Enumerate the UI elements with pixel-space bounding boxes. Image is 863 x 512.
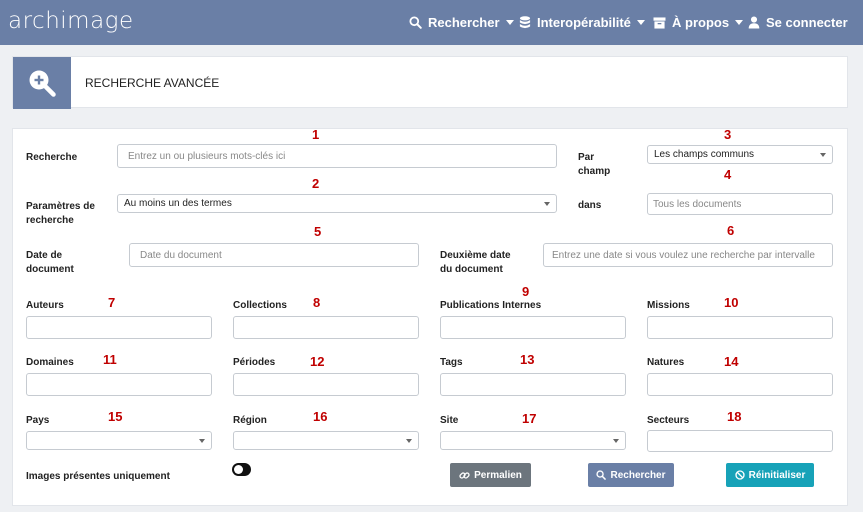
natures-label: Natures [647,357,685,368]
user-icon [748,16,760,29]
auteurs-input[interactable] [26,316,212,339]
annotation-3: 3 [724,127,732,142]
auteurs-label: Auteurs [26,300,64,311]
zoom-in-icon [29,70,56,97]
annotation-8: 8 [313,295,321,310]
images-only-label: Images présentes uniquement [26,471,170,482]
link-icon [459,471,470,479]
chevron-down-icon [406,439,412,443]
permalien-label: Permalien [474,469,522,481]
annotation-6: 6 [727,223,735,238]
annotation-12: 12 [310,354,325,369]
site-select[interactable] [440,431,626,450]
toggle-knob [234,465,243,474]
archive-box-icon [653,16,666,29]
chevron-down-icon [820,153,826,157]
missions-label: Missions [647,300,690,311]
rechercher-label: Rechercher [610,469,666,481]
secteurs-input[interactable] [647,430,833,452]
navbar: archimage Rechercher Interopérabilité À … [0,0,863,45]
par-champ-value: Les champs communs [654,149,755,160]
secteurs-label: Secteurs [647,415,690,426]
images-only-toggle[interactable] [232,463,251,476]
periodes-input[interactable] [233,373,419,396]
collections-input[interactable] [233,316,419,339]
date2-input[interactable]: Entrez une date si vous voulez une reche… [543,243,833,267]
par-champ-label-line1: Par [578,152,595,163]
parametres-select[interactable]: Au moins un des termes [117,194,557,213]
header-icon-box [13,57,71,109]
collections-label: Collections [233,300,287,311]
annotation-15: 15 [108,409,123,424]
parametres-label-line1: Paramètres de [26,201,95,212]
publications-input[interactable] [440,316,626,339]
nav-login-link[interactable]: Se connecter [748,0,848,45]
date-doc-input[interactable]: Date du document [129,243,419,267]
permalien-button[interactable]: Permalien [450,463,531,487]
annotation-18: 18 [727,409,742,424]
nav-login-label: Se connecter [766,15,848,30]
annotation-14: 14 [724,354,739,369]
nav-search-menu[interactable]: Rechercher [409,0,514,45]
annotation-11: 11 [103,352,117,367]
annotation-16: 16 [313,409,328,424]
parametres-value: Au moins un des termes [124,198,232,209]
annotation-7: 7 [108,295,116,310]
database-icon [519,16,531,29]
dans-label: dans [578,200,602,211]
date-doc-label-line1: Date de [26,250,63,261]
natures-input[interactable] [647,373,833,396]
chevron-down-icon [613,439,619,443]
reinitialiser-label: Réinitialiser [748,469,806,481]
domaines-input[interactable] [26,373,212,396]
annotation-1: 1 [312,127,320,142]
recherche-input[interactable]: Entrez un ou plusieurs mots-clés ici [117,144,557,168]
region-select[interactable] [233,431,419,450]
annotation-10: 10 [724,295,739,310]
publications-label: Publications Internes [440,300,542,311]
date-doc-label-line2: document [26,264,74,275]
pays-label: Pays [26,415,50,426]
page-header: RECHERCHE AVANCÉE [12,56,848,109]
site-label: Site [440,415,459,426]
annotation-9: 9 [522,284,530,299]
reinitialiser-button[interactable]: Réinitialiser [726,463,814,487]
search-icon [596,470,607,480]
nav-interop-label: Interopérabilité [537,15,631,30]
annotation-5: 5 [314,224,322,239]
region-label: Région [233,415,267,426]
recherche-label: Recherche [26,152,78,163]
date2-label-line1: Deuxième date [440,250,511,261]
par-champ-label-line2: champ [578,166,611,177]
pays-select[interactable] [26,431,212,450]
app-logo[interactable]: archimage [8,8,134,34]
nav-about-label: À propos [672,15,730,30]
domaines-label: Domaines [26,357,74,368]
annotation-17: 17 [522,411,537,426]
page-title: RECHERCHE AVANCÉE [85,76,220,90]
dans-input[interactable]: Tous les documents [647,193,833,215]
tags-input[interactable] [440,373,626,396]
date2-label-line2: du document [440,264,503,275]
annotation-2: 2 [312,176,320,191]
annotation-13: 13 [520,352,535,367]
nav-search-label: Rechercher [428,15,500,30]
nav-interop-menu[interactable]: Interopérabilité [519,0,645,45]
chevron-down-icon [636,20,645,25]
chevron-down-icon [199,439,205,443]
par-champ-select[interactable]: Les champs communs [647,145,833,164]
search-icon [409,16,422,29]
tags-label: Tags [440,357,463,368]
periodes-label: Périodes [233,357,276,368]
chevron-down-icon [735,20,744,25]
chevron-down-icon [505,20,514,25]
ban-icon [734,470,745,480]
annotation-4: 4 [724,167,732,182]
chevron-down-icon [544,202,550,206]
rechercher-button[interactable]: Rechercher [588,463,674,487]
parametres-label-line2: recherche [26,215,74,226]
missions-input[interactable] [647,316,833,339]
nav-about-menu[interactable]: À propos [653,0,744,45]
